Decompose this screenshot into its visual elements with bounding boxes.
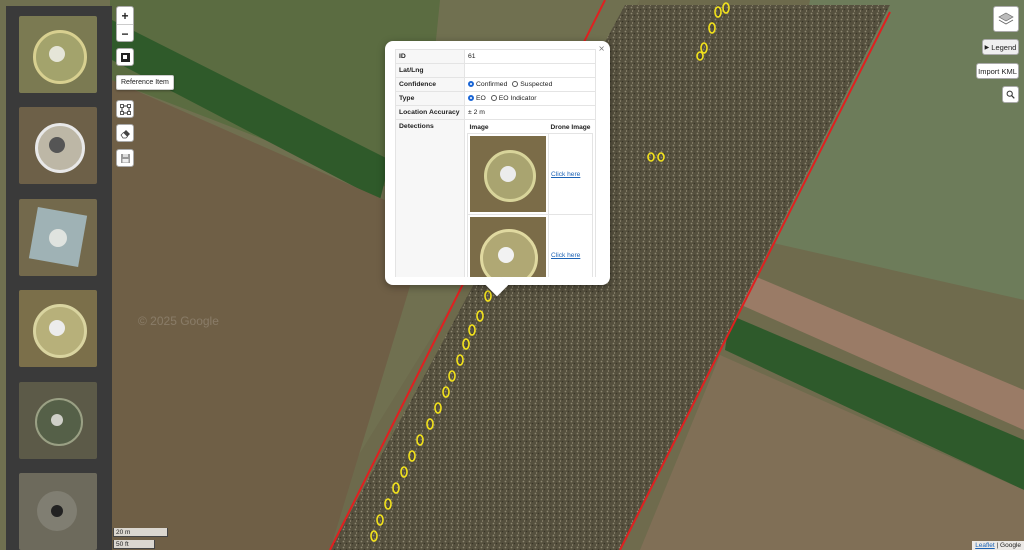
thumbnail-sidebar[interactable]	[6, 6, 112, 550]
type-eo-indicator-label: EO Indicator	[498, 95, 537, 102]
triangle-right-icon: ▶	[984, 44, 990, 51]
legend-label: Legend	[991, 42, 1017, 52]
zoom-out-button[interactable]: −	[117, 24, 133, 42]
detection-popup: × ID 61 Lat/Lng Confidence Confirmed Sus…	[385, 41, 610, 297]
detections-label: Detections	[395, 119, 465, 277]
scale-imperial: 50 ft	[113, 540, 155, 549]
attribute-table: ID 61 Lat/Lng Confidence Confirmed Suspe…	[395, 49, 596, 277]
legend-button[interactable]: ▶ Legend	[982, 39, 1019, 55]
thumbnail-item[interactable]	[19, 473, 97, 550]
layers-icon	[998, 12, 1014, 25]
accuracy-label: Location Accuracy	[395, 105, 465, 120]
confidence-suspected-label: Suspected	[520, 81, 553, 88]
row-detections: Detections Image Drone Image Click here …	[395, 119, 596, 277]
reference-item-tooltip: Reference Item	[116, 75, 174, 90]
drone-image-link[interactable]: Click here	[551, 252, 580, 259]
floppy-icon	[120, 153, 130, 163]
search-button[interactable]	[1002, 86, 1019, 103]
confidence-confirmed-radio[interactable]	[468, 81, 474, 87]
detection-image[interactable]	[470, 217, 546, 277]
save-button[interactable]	[116, 149, 134, 167]
thumbnail-item[interactable]	[19, 290, 97, 367]
draw-polygon-button[interactable]	[116, 100, 134, 118]
thumbnail-item[interactable]	[19, 199, 97, 276]
import-kml-label: Import KML	[978, 66, 1017, 76]
thumbnail-item[interactable]	[19, 382, 97, 459]
detection-row: Click here	[466, 133, 593, 215]
type-eo-radio[interactable]	[468, 95, 474, 101]
detection-row: Click here	[466, 214, 593, 277]
confidence-label: Confidence	[395, 77, 465, 92]
row-type: Type EO EO Indicator	[395, 91, 596, 106]
accuracy-value: ± 2 m	[464, 105, 596, 120]
latlng-value	[464, 63, 596, 78]
row-confidence: Confidence Confirmed Suspected	[395, 77, 596, 92]
popup-content[interactable]: ID 61 Lat/Lng Confidence Confirmed Suspe…	[395, 49, 596, 277]
id-value: 61	[464, 49, 596, 64]
detection-image[interactable]	[470, 136, 546, 212]
leaflet-link[interactable]: Leaflet	[975, 542, 995, 549]
id-label: ID	[395, 49, 465, 64]
attribution-provider: Google	[1000, 542, 1021, 549]
drone-image-link[interactable]: Click here	[551, 171, 580, 178]
map-attribution: Leaflet | Google	[972, 541, 1024, 550]
thumbnail-item[interactable]	[19, 16, 97, 93]
detections-table: Image Drone Image Click here Click here	[466, 122, 593, 277]
map-watermark: © 2025 Google	[138, 314, 219, 328]
type-eo-label: EO	[476, 95, 486, 102]
plus-icon: +	[121, 8, 129, 23]
layers-button[interactable]	[993, 6, 1019, 32]
type-label: Type	[395, 91, 465, 106]
zoom-control: + −	[116, 6, 134, 42]
confidence-confirmed-label: Confirmed	[476, 81, 508, 88]
zoom-in-button[interactable]: +	[117, 7, 133, 24]
minus-icon: −	[121, 26, 129, 41]
magnifier-icon	[1006, 90, 1015, 99]
row-latlng: Lat/Lng	[395, 63, 596, 78]
scale-metric: 20 m	[113, 528, 168, 537]
thumbnail-item[interactable]	[19, 107, 97, 184]
confidence-suspected-radio[interactable]	[512, 81, 519, 87]
row-accuracy: Location Accuracy ± 2 m	[395, 105, 596, 120]
import-kml-button[interactable]: Import KML	[976, 63, 1019, 79]
erase-button[interactable]	[116, 124, 134, 142]
square-icon	[120, 52, 130, 62]
polygon-icon	[119, 103, 131, 115]
eraser-icon	[120, 129, 130, 138]
type-eo-indicator-radio[interactable]	[490, 95, 497, 101]
reference-item-button[interactable]	[116, 48, 134, 66]
detections-drone-header: Drone Image	[550, 124, 591, 131]
detections-image-header: Image	[469, 124, 489, 131]
popup-close-button[interactable]: ×	[598, 44, 605, 53]
latlng-label: Lat/Lng	[395, 63, 465, 78]
row-id: ID 61	[395, 49, 596, 64]
